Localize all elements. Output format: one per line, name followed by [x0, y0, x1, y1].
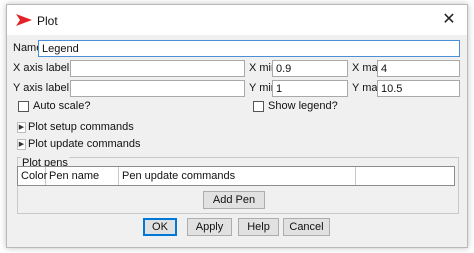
- add-pen-button[interactable]: Add Pen: [203, 191, 265, 209]
- cancel-button[interactable]: Cancel: [283, 218, 330, 236]
- y-axis-label: Y axis label: [13, 82, 70, 94]
- pens-table-header: Color Pen name Pen update commands: [17, 166, 455, 186]
- show-legend-box[interactable]: [253, 100, 264, 112]
- chevron-right-icon: ▶: [17, 138, 26, 150]
- column-extra[interactable]: [356, 167, 444, 185]
- ok-button[interactable]: OK: [143, 218, 177, 236]
- title-bar: Plot ✕: [7, 5, 467, 35]
- column-pen-name[interactable]: Pen name: [46, 167, 119, 185]
- column-pen-update-commands[interactable]: Pen update commands: [119, 167, 356, 185]
- column-color[interactable]: Color: [18, 167, 47, 185]
- plot-update-commands-label: Plot update commands: [28, 138, 141, 150]
- x-min-field[interactable]: [272, 60, 348, 77]
- apply-button[interactable]: Apply: [187, 218, 232, 236]
- close-icon[interactable]: ✕: [437, 9, 461, 31]
- plot-arrow-icon: [16, 14, 32, 26]
- x-axis-label: X axis label: [13, 62, 70, 74]
- x-axis-label-field[interactable]: [70, 60, 245, 77]
- plot-update-commands-expander[interactable]: ▶ Plot update commands: [17, 138, 141, 150]
- plot-setup-commands-expander[interactable]: ▶ Plot setup commands: [17, 121, 134, 133]
- window-title: Plot: [37, 14, 58, 28]
- show-legend-label: Show legend?: [268, 100, 338, 112]
- y-max-field[interactable]: [377, 80, 460, 97]
- auto-scale-box[interactable]: [18, 100, 29, 112]
- name-field[interactable]: [38, 40, 460, 57]
- x-max-field[interactable]: [377, 60, 460, 77]
- auto-scale-checkbox[interactable]: Auto scale?: [18, 100, 90, 112]
- help-button[interactable]: Help: [238, 218, 279, 236]
- y-min-field[interactable]: [272, 80, 348, 97]
- y-axis-label-field[interactable]: [70, 80, 245, 97]
- show-legend-checkbox[interactable]: Show legend?: [253, 100, 338, 112]
- plot-setup-commands-label: Plot setup commands: [28, 121, 134, 133]
- chevron-right-icon: ▶: [17, 121, 26, 133]
- auto-scale-label: Auto scale?: [33, 100, 91, 112]
- plot-dialog: Plot ✕ Name X axis label X min X max Y a…: [6, 4, 468, 248]
